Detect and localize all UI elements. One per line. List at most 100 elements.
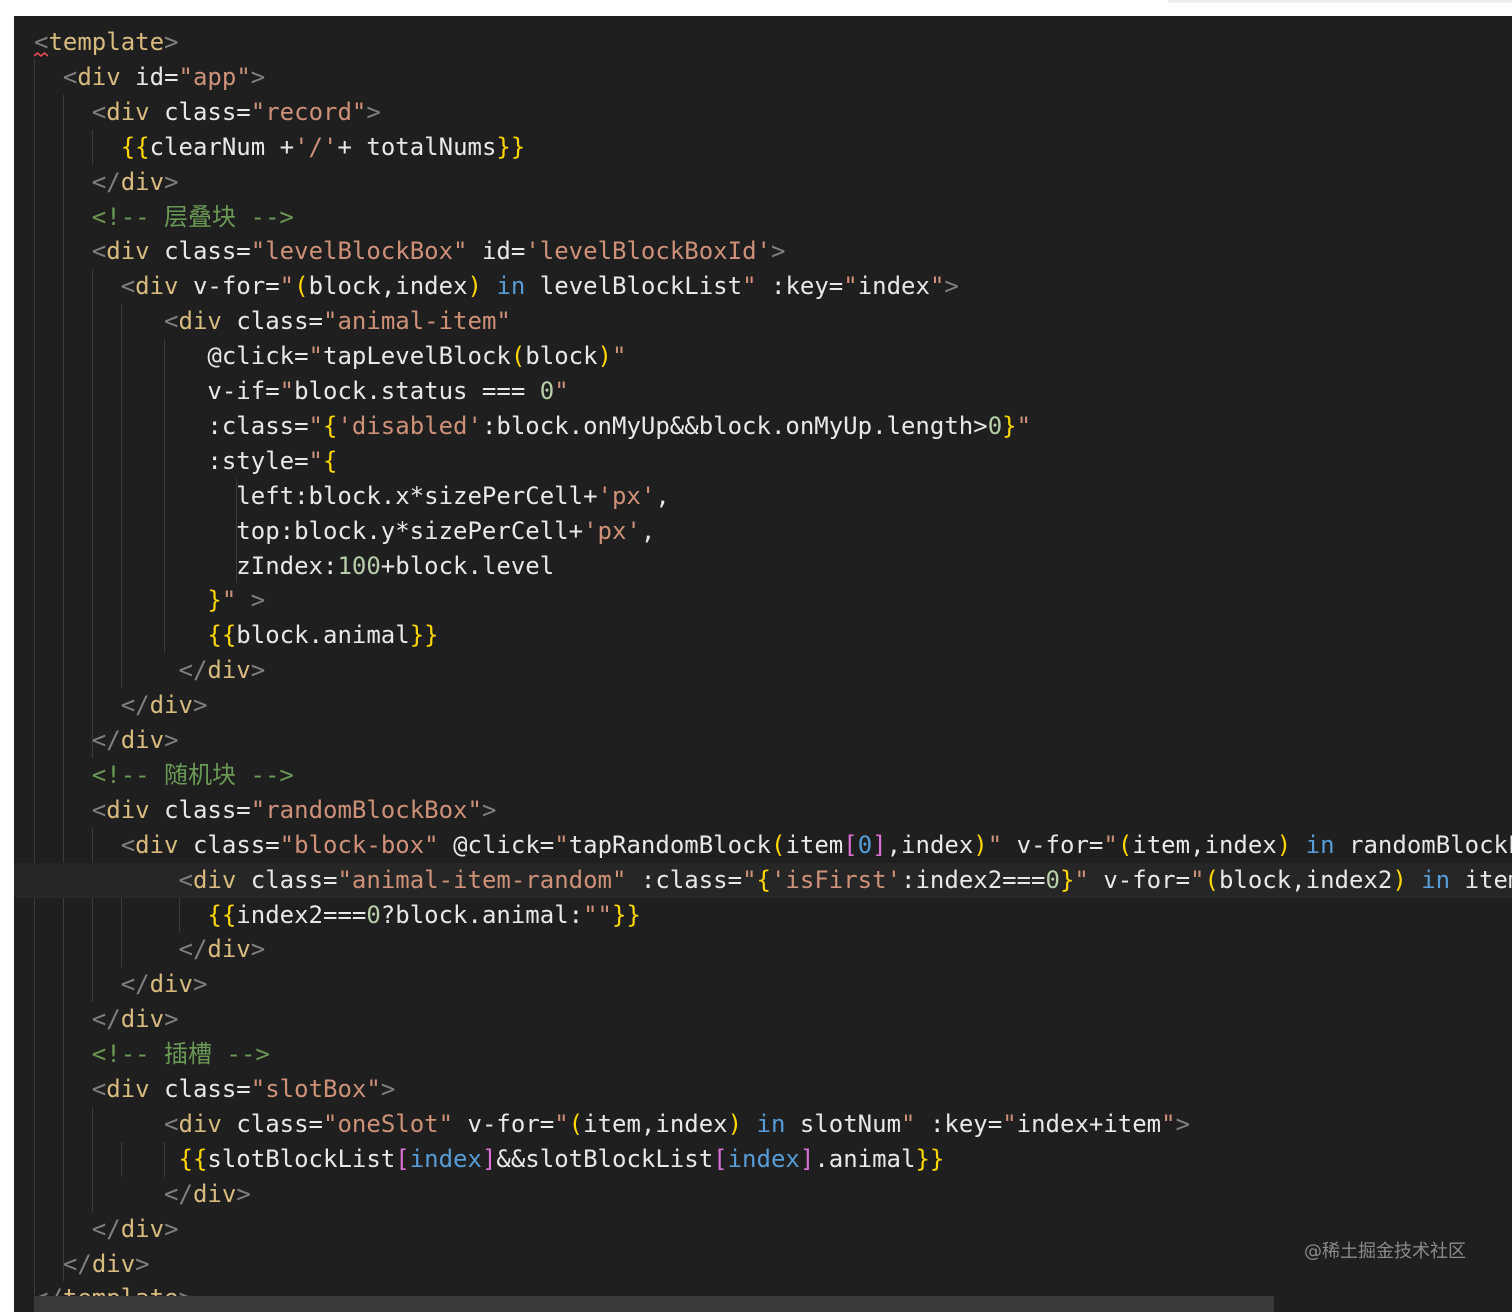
code-token: > — [250, 586, 266, 615]
code-token: [ — [713, 1144, 728, 1173]
code-line[interactable]: <div id="app"> — [34, 60, 265, 95]
code-token: " — [742, 865, 757, 894]
code-token: " — [308, 411, 323, 440]
code-line[interactable]: <template> — [34, 25, 179, 60]
code-token: " — [1190, 865, 1205, 894]
code-token: template — [48, 28, 165, 56]
code-line[interactable]: :class="{'disabled':block.onMyUp&&block.… — [34, 409, 1031, 444]
code-line[interactable]: {{block.animal}} — [34, 618, 438, 653]
code-line[interactable]: <div class="animal-item-random" :class="… — [14, 862, 1512, 898]
code-token: left:block.x*sizePerCell+ — [34, 481, 598, 510]
code-line[interactable]: </div> — [34, 967, 208, 1002]
code-line[interactable]: </div> — [34, 653, 266, 688]
code-token: "animal-item" — [323, 307, 511, 336]
code-line[interactable]: </div> — [34, 688, 208, 723]
code-token: " — [554, 830, 569, 859]
code-line[interactable]: </div> — [34, 1212, 179, 1247]
code-line[interactable]: @click="tapLevelBlock(block)" — [34, 339, 626, 374]
code-token: </ — [91, 1214, 121, 1243]
code-token: > — [250, 62, 266, 91]
code-line[interactable]: <div class="slotBox"> — [34, 1072, 395, 1107]
code-token: randomBlockLis — [1349, 830, 1512, 859]
code-line[interactable]: :style="{ — [34, 444, 337, 479]
code-line[interactable]: <div class="record"> — [34, 95, 381, 130]
code-token: " — [1103, 830, 1118, 859]
code-line[interactable]: <!-- 层叠块 --> — [34, 200, 294, 235]
code-token: "block-box" — [279, 830, 439, 859]
code-line[interactable]: </div> — [34, 932, 266, 967]
code-line[interactable]: <div v-for="(block,index) in levelBlockL… — [34, 269, 959, 304]
code-token: div — [135, 272, 179, 301]
code-token: {{ — [178, 1144, 208, 1173]
code-token: " — [1002, 1109, 1017, 1138]
code-line[interactable]: <div class="oneSlot" v-for="(item,index)… — [34, 1107, 1190, 1142]
code-token: > — [770, 237, 786, 266]
code-token: </ — [91, 726, 121, 754]
code-line[interactable]: {{slotBlockList[index]&&slotBlockList[in… — [34, 1142, 945, 1177]
code-line[interactable]: zIndex:100+block.level — [34, 549, 554, 584]
code-token: div — [135, 830, 179, 859]
code-token: > — [250, 935, 266, 964]
code-token: {{ — [207, 621, 237, 650]
code-token: div — [149, 970, 193, 999]
code-token: , — [640, 516, 656, 545]
code-token: " — [901, 1109, 916, 1138]
code-line[interactable]: <div class="block-box" @click="tapRandom… — [34, 828, 1512, 863]
code-token: in — [1305, 830, 1335, 859]
code-token: 0 — [366, 900, 381, 929]
code-token: ) — [727, 1109, 743, 1138]
code-token: class= — [164, 1075, 251, 1103]
code-line[interactable]: top:block.y*sizePerCell+'px', — [34, 514, 655, 549]
code-token: class= — [236, 1109, 324, 1138]
code-token: ( — [1117, 830, 1133, 859]
code-line[interactable]: </div> — [34, 723, 179, 758]
code-line[interactable]: </div> — [34, 165, 179, 200]
code-editor[interactable]: <template> <div id="app"> <div class="re… — [14, 16, 1512, 1312]
code-token: > — [135, 1249, 150, 1278]
code-token: levelBlockList — [525, 272, 743, 301]
code-line[interactable]: </div> — [34, 1247, 150, 1282]
code-line[interactable]: <div class="animal-item" — [34, 304, 511, 339]
code-token: "oneSlot" — [323, 1109, 454, 1138]
code-token: , — [655, 481, 670, 510]
code-token: "slotBox" — [250, 1075, 381, 1103]
code-token: "" — [583, 900, 612, 929]
code-line[interactable]: {{clearNum +'/'+ totalNums}} — [34, 130, 526, 165]
code-token: < — [91, 97, 107, 126]
code-line[interactable]: <div class="levelBlockBox" id='levelBloc… — [34, 234, 786, 269]
code-line[interactable]: v-if="block.status === 0" — [34, 374, 569, 409]
code-token: > — [164, 1005, 179, 1034]
code-token: " — [221, 586, 237, 615]
horizontal-scrollbar[interactable] — [34, 1296, 1274, 1312]
code-line[interactable]: }" > — [34, 583, 265, 618]
code-token: ) — [467, 272, 482, 301]
code-line[interactable]: {{index2===0?block.animal:""}} — [34, 898, 641, 933]
code-token: </ — [120, 970, 150, 999]
code-token: "levelBlockBox" — [250, 237, 468, 266]
code-token: top:block.y*sizePerCell+ — [34, 516, 584, 545]
code-line[interactable]: <!-- 插槽 --> — [34, 1037, 270, 1072]
code-token: " — [1074, 865, 1089, 894]
code-line[interactable]: left:block.x*sizePerCell+'px', — [34, 479, 670, 514]
code-line[interactable]: <!-- 随机块 --> — [34, 758, 294, 793]
code-token: > — [164, 726, 179, 754]
code-token: div — [106, 97, 150, 126]
code-token: " — [554, 377, 569, 405]
code-line[interactable]: <div class="randomBlockBox"> — [34, 793, 497, 828]
code-line[interactable]: </div> — [34, 1002, 179, 1037]
code-line[interactable]: </div> — [34, 1177, 251, 1212]
